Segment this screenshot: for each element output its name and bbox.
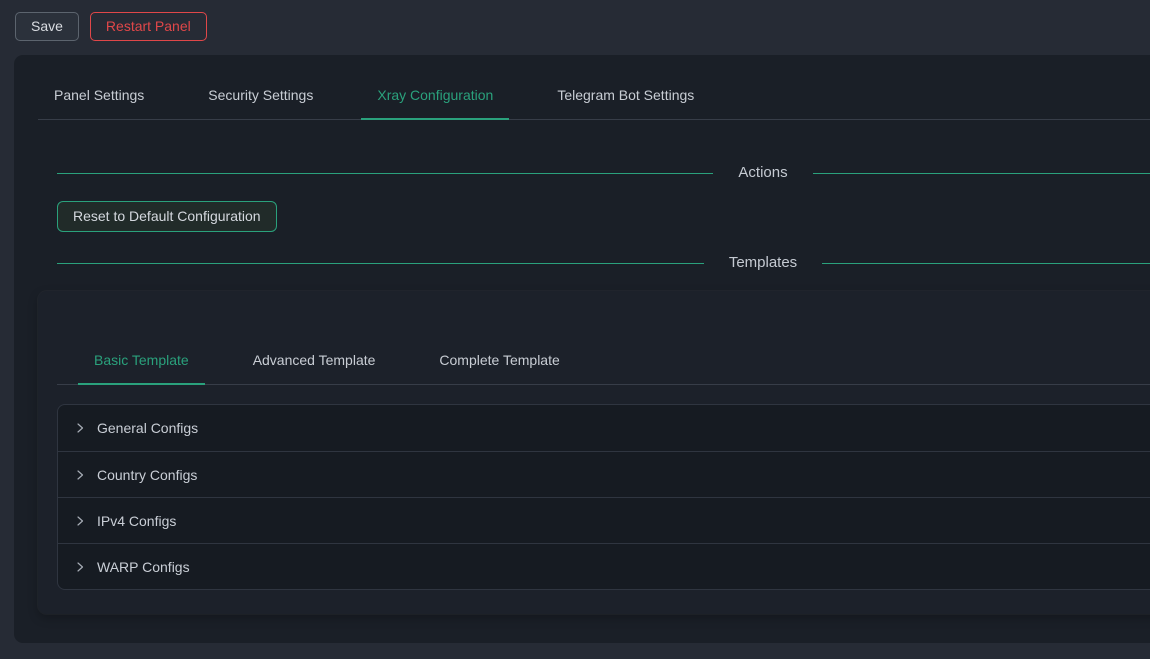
tab-basic-template[interactable]: Basic Template xyxy=(78,338,205,384)
settings-card: Panel Settings Security Settings Xray Co… xyxy=(14,55,1150,643)
collapse-ipv4-configs[interactable]: IPv4 Configs xyxy=(58,497,1150,543)
collapse-item-label: Country Configs xyxy=(97,464,197,486)
chevron-right-icon xyxy=(74,515,86,527)
templates-divider: Templates xyxy=(57,251,1150,275)
tab-advanced-template[interactable]: Advanced Template xyxy=(237,338,392,384)
collapse-general-configs[interactable]: General Configs xyxy=(58,405,1150,451)
tab-security-settings[interactable]: Security Settings xyxy=(192,73,329,119)
collapse-item-label: General Configs xyxy=(97,417,198,439)
xray-configuration-pane: Actions Reset to Default Configuration T… xyxy=(38,120,1150,614)
restart-panel-button[interactable]: Restart Panel xyxy=(90,12,207,41)
collapse-item-label: IPv4 Configs xyxy=(97,510,176,532)
toolbar: Save Restart Panel xyxy=(0,0,1150,41)
templates-divider-label: Templates xyxy=(704,251,822,275)
actions-divider: Actions xyxy=(57,161,1150,185)
actions-divider-label: Actions xyxy=(713,161,812,185)
collapse-warp-configs[interactable]: WARP Configs xyxy=(58,543,1150,589)
chevron-right-icon xyxy=(74,561,86,573)
configs-accordion: General Configs Country Configs IPv4 Con… xyxy=(57,404,1150,590)
tab-telegram-bot-settings[interactable]: Telegram Bot Settings xyxy=(541,73,710,119)
collapse-item-label: WARP Configs xyxy=(97,556,190,578)
reset-to-default-configuration-button[interactable]: Reset to Default Configuration xyxy=(57,201,277,232)
tab-xray-configuration[interactable]: Xray Configuration xyxy=(361,73,509,119)
save-button[interactable]: Save xyxy=(15,12,79,41)
chevron-right-icon xyxy=(74,422,86,434)
template-tabs: Basic Template Advanced Template Complet… xyxy=(57,338,1150,385)
settings-tabs: Panel Settings Security Settings Xray Co… xyxy=(38,73,1150,120)
chevron-right-icon xyxy=(74,469,86,481)
templates-card: Basic Template Advanced Template Complet… xyxy=(38,291,1150,614)
collapse-country-configs[interactable]: Country Configs xyxy=(58,451,1150,497)
tab-panel-settings[interactable]: Panel Settings xyxy=(38,73,160,119)
tab-complete-template[interactable]: Complete Template xyxy=(423,338,575,384)
